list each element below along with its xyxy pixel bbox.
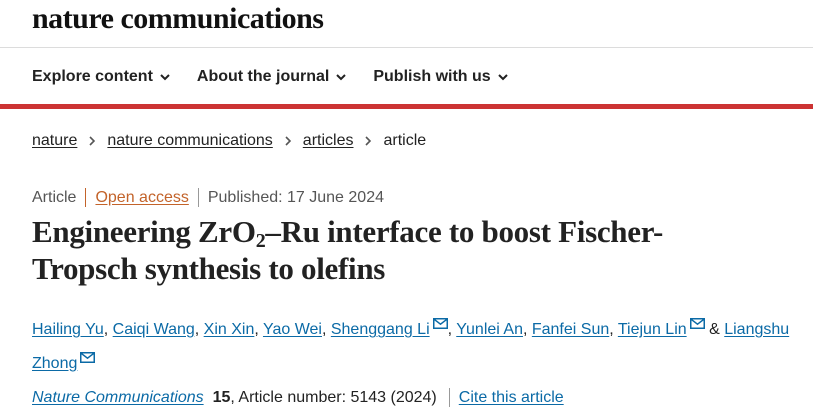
author-link[interactable]: Yao Wei bbox=[263, 321, 322, 338]
mail-icon[interactable] bbox=[80, 344, 96, 363]
author-link[interactable]: Hailing Yu bbox=[32, 321, 104, 338]
chevron-down-icon bbox=[336, 74, 347, 81]
nav-about-journal-label: About the journal bbox=[196, 68, 330, 85]
header-divider bbox=[0, 47, 813, 48]
accent-bar bbox=[0, 104, 813, 109]
title-part1: Engineering ZrO bbox=[32, 214, 256, 249]
author-link[interactable]: Xin Xin bbox=[204, 321, 255, 338]
main-nav: Explore content About the journal Publis… bbox=[32, 68, 509, 86]
nav-publish-with-us[interactable]: Publish with us bbox=[373, 68, 508, 86]
author-link[interactable]: Shenggang Li bbox=[331, 321, 430, 338]
breadcrumb: nature nature communications articles ar… bbox=[32, 132, 426, 150]
nav-explore-content-label: Explore content bbox=[32, 68, 153, 85]
article-number: , Article number: 5143 (2024) bbox=[230, 388, 437, 406]
meta-divider bbox=[197, 188, 199, 207]
nav-about-journal[interactable]: About the journal bbox=[197, 68, 347, 86]
chevron-right-icon bbox=[285, 136, 291, 146]
citation-line: Nature Communications 15 , Article numbe… bbox=[32, 388, 564, 407]
article-title: Engineering ZrO2–Ru interface to boost F… bbox=[32, 213, 732, 287]
breadcrumb-current: article bbox=[383, 132, 427, 149]
meta-divider bbox=[85, 188, 87, 207]
chevron-down-icon bbox=[497, 74, 508, 81]
author-link[interactable]: Caiqi Wang bbox=[113, 321, 195, 338]
site-logo[interactable]: nature communications bbox=[32, 2, 324, 36]
author-list: Hailing Yu, Caiqi Wang, Xin Xin, Yao Wei… bbox=[32, 310, 792, 378]
volume-number: 15 bbox=[212, 388, 231, 406]
cite-this-article-link[interactable]: Cite this article bbox=[459, 389, 564, 407]
breadcrumb-nature-communications[interactable]: nature communications bbox=[107, 132, 272, 150]
chevron-down-icon bbox=[160, 74, 170, 81]
nav-publish-with-us-label: Publish with us bbox=[373, 68, 491, 85]
mail-icon[interactable] bbox=[432, 310, 448, 329]
article-meta: Article Open access Published: 17 June 2… bbox=[32, 188, 384, 207]
chevron-right-icon bbox=[365, 136, 372, 146]
author-joiner: & bbox=[709, 321, 720, 338]
breadcrumb-articles[interactable]: articles bbox=[303, 132, 354, 150]
nav-explore-content[interactable]: Explore content bbox=[32, 68, 171, 86]
author-link[interactable]: Yunlei An bbox=[456, 321, 523, 338]
chevron-right-icon bbox=[89, 136, 96, 146]
open-access-link[interactable]: Open access bbox=[95, 189, 188, 207]
mail-icon[interactable] bbox=[689, 310, 705, 329]
article-type: Article bbox=[32, 188, 77, 206]
journal-link[interactable]: Nature Communications bbox=[32, 389, 204, 407]
title-subscript: 2 bbox=[255, 230, 266, 252]
citation-divider bbox=[448, 388, 450, 407]
author-link[interactable]: Fanfei Sun bbox=[532, 321, 609, 338]
breadcrumb-nature[interactable]: nature bbox=[32, 132, 77, 150]
author-link[interactable]: Tiejun Lin bbox=[618, 321, 687, 338]
published-date: Published: 17 June 2024 bbox=[207, 188, 384, 206]
